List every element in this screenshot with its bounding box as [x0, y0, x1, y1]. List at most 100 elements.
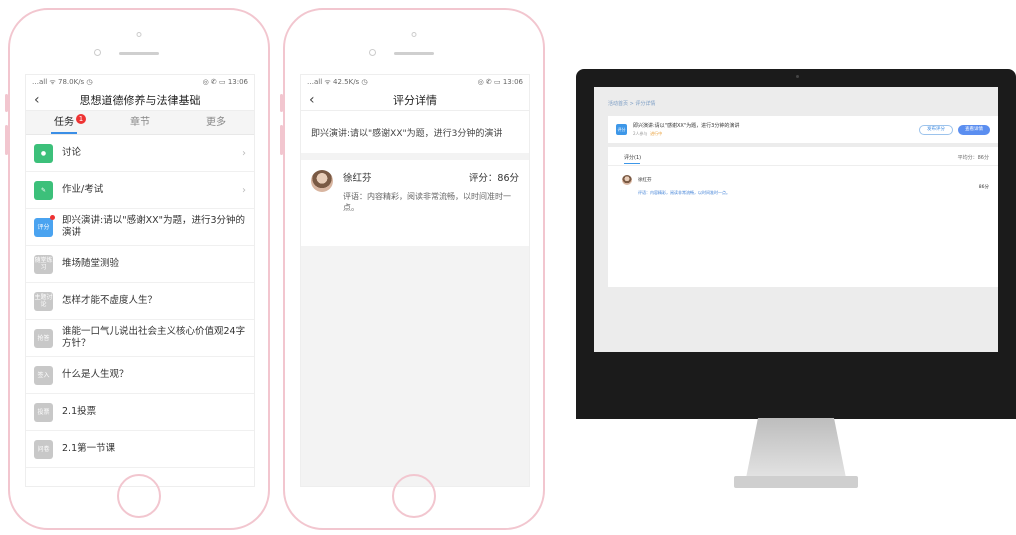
participant-count: 2人参与	[633, 131, 648, 136]
comment-row: 徐红芬 评分：86分 评语：内容精彩，阅读非常流畅，以时间准时一点。	[301, 160, 529, 223]
phone-sensor-icon	[94, 49, 101, 56]
phone-sensor-icon	[369, 49, 376, 56]
screen-empty-area	[301, 246, 529, 486]
unread-dot	[50, 215, 55, 220]
card-info: 即兴演讲:请以"感谢XX"为题，进行3分钟的演讲 2人参与 进行中	[627, 122, 739, 137]
comment-score: 86分	[978, 185, 989, 190]
phone-screen: …all ᯤ 42.5K/s ◷ ◎ ✆ ▭ 13:06 ‹ 评分详情 即兴演讲…	[300, 74, 530, 487]
nav-bar: ‹ 评分详情	[301, 89, 529, 111]
monitor-screen: 活动首页 > 评分详情 评分 即兴演讲:请以"感谢XX"为题，进行3分钟的演讲 …	[594, 87, 998, 352]
phone-side-button	[280, 125, 283, 155]
list-item-label: 怎样才能不虚度人生？	[62, 295, 158, 306]
tab-label: 更多	[206, 117, 226, 128]
avatar	[622, 175, 632, 185]
survey-icon: 问卷	[34, 439, 53, 459]
status-left: …all ᯤ 42.5K/s ◷	[307, 77, 368, 86]
list-item-label: 讨论	[62, 147, 82, 158]
home-button[interactable]	[392, 474, 436, 518]
list-item-label: 2.1投票	[62, 406, 97, 417]
list-item-score[interactable]: 评分 即兴演讲:请以"感谢XX"为题，进行3分钟的演讲	[26, 209, 254, 246]
status-badge: 进行中	[650, 131, 663, 136]
phone-side-button	[5, 94, 8, 112]
status-right: ◎ ✆ ▭ 13:06	[477, 78, 523, 86]
phone-score-detail: …all ᯤ 42.5K/s ◷ ◎ ✆ ▭ 13:06 ‹ 评分详情 即兴演讲…	[280, 8, 545, 530]
tab-more[interactable]: 更多	[178, 111, 254, 134]
phone-task-list: …all ᯤ 78.0K/s ◷ ◎ ✆ ▭ 13:06 ‹ 思想道德修养与法律…	[5, 8, 270, 530]
phone-speaker	[119, 52, 159, 55]
avatar	[311, 170, 333, 192]
list-item-rush[interactable]: 抢答 谁能一口气儿说出社会主义核心价值观24字方针？	[26, 320, 254, 357]
monitor-stand	[746, 418, 846, 478]
comment-score: 评分：86分	[468, 173, 519, 184]
status-right: ◎ ✆ ▭ 13:06	[202, 78, 248, 86]
stage: …all ᯤ 78.0K/s ◷ ◎ ✆ ▭ 13:06 ‹ 思想道德修养与法律…	[0, 0, 1016, 535]
phone-camera-icon	[411, 32, 417, 37]
monitor: 活动首页 > 评分详情 评分 即兴演讲:请以"感谢XX"为题，进行3分钟的演讲 …	[576, 69, 1016, 419]
comment-text: 评语：内容精彩，阅读非常流畅，以时间准时一点。	[343, 192, 511, 212]
average-score: 平均分：86分	[957, 155, 989, 161]
nav-bar: ‹ 思想道德修养与法律基础	[26, 89, 254, 111]
phone-side-button	[5, 125, 8, 155]
score-icon: 评分	[34, 217, 53, 237]
list-item-vote[interactable]: 投票 2.1投票	[26, 394, 254, 431]
chevron-left-icon[interactable]: ‹	[309, 92, 315, 108]
chevron-right-icon: ›	[242, 147, 246, 159]
chevron-left-icon[interactable]: ‹	[34, 92, 40, 108]
edit-icon: ✎	[34, 180, 53, 200]
divider	[608, 165, 998, 166]
list-item-survey[interactable]: 问卷 2.1第一节课	[26, 431, 254, 468]
commenter-name: 徐红芬	[343, 173, 372, 184]
page-title: 评分详情	[393, 93, 437, 107]
phone-camera-icon	[136, 32, 142, 37]
breadcrumb[interactable]: 活动首页 > 评分详情	[594, 87, 998, 107]
list-item-label: 作业/考试	[62, 184, 104, 195]
activity-topic: 即兴演讲:请以"感谢XX"为题，进行3分钟的演讲	[301, 111, 529, 160]
monitor-foot	[734, 476, 858, 488]
vote2-icon: 投票	[34, 402, 53, 422]
list-item-signin[interactable]: 签入 什么是人生观？	[26, 357, 254, 394]
status-left: …all ᯤ 78.0K/s ◷	[32, 77, 93, 86]
comment-text: 评语：内容精彩，阅读非常流畅，以时间准时一点。	[638, 190, 730, 195]
list-item-quiz[interactable]: 随堂练习 堆场随堂测验	[26, 246, 254, 283]
monitor-camera-icon	[796, 75, 799, 78]
list-item-label: 什么是人生观？	[62, 369, 129, 380]
tab-label: 任务	[54, 117, 74, 128]
list-item-label: 即兴演讲:请以"感谢XX"为题，进行3分钟的演讲	[62, 215, 246, 238]
list-item-topic[interactable]: 主题讨论 怎样才能不虚度人生？	[26, 283, 254, 320]
list-item-homework[interactable]: ✎ 作业/考试 ›	[26, 172, 254, 209]
tab-label: 章节	[130, 117, 150, 128]
page-title: 思想道德修养与法律基础	[79, 93, 201, 107]
chat-icon: ●	[34, 143, 53, 163]
list-item-discussion[interactable]: ● 讨论 ›	[26, 135, 254, 172]
comment-body: 徐红芬 评分：86分 评语：内容精彩，阅读非常流畅，以时间准时一点。	[343, 170, 519, 213]
quiz-icon: 随堂练习	[34, 254, 53, 274]
tab-chapters[interactable]: 章节	[102, 111, 178, 134]
tab-tasks[interactable]: 任务 1	[26, 111, 102, 134]
card-title: 即兴演讲:请以"感谢XX"为题，进行3分钟的演讲	[633, 123, 740, 129]
signin-icon: 签入	[34, 365, 53, 385]
home-button[interactable]	[117, 474, 161, 518]
tab-underline	[624, 163, 640, 164]
view-detail-button[interactable]: 查看详情	[958, 124, 990, 135]
score-panel: 评分(1) 平均分：86分 徐红芬 86分 评语：内容精彩，阅读非常流畅，以时间…	[608, 147, 998, 287]
tab-scores[interactable]: 评分(1)	[624, 154, 641, 161]
tab-bar: 任务 1 章节 更多	[26, 111, 254, 135]
notification-badge: 1	[76, 114, 86, 124]
list-item-label: 堆场随堂测验	[62, 258, 120, 269]
phone-speaker	[394, 52, 434, 55]
score-icon: 评分	[616, 124, 627, 135]
commenter-name: 徐红芬	[638, 178, 652, 183]
status-bar: …all ᯤ 78.0K/s ◷ ◎ ✆ ▭ 13:06	[26, 75, 254, 89]
activity-card: 评分 即兴演讲:请以"感谢XX"为题，进行3分钟的演讲 2人参与 进行中 发布评…	[608, 116, 998, 143]
chevron-right-icon: ›	[242, 184, 246, 196]
list-item-label: 2.1第一节课	[62, 443, 116, 454]
card-meta: 2人参与 进行中	[633, 131, 739, 137]
vote-icon: 主题讨论	[34, 291, 53, 311]
comment-header: 徐红芬 评分：86分	[343, 170, 519, 184]
phone-screen: …all ᯤ 78.0K/s ◷ ◎ ✆ ▭ 13:06 ‹ 思想道德修养与法律…	[25, 74, 255, 487]
phone-side-button	[280, 94, 283, 112]
status-bar: …all ᯤ 42.5K/s ◷ ◎ ✆ ▭ 13:06	[301, 75, 529, 89]
publish-score-button[interactable]: 发布评分	[919, 124, 953, 135]
list-item-label: 谁能一口气儿说出社会主义核心价值观24字方针？	[62, 326, 246, 349]
rush-icon: 抢答	[34, 328, 53, 348]
